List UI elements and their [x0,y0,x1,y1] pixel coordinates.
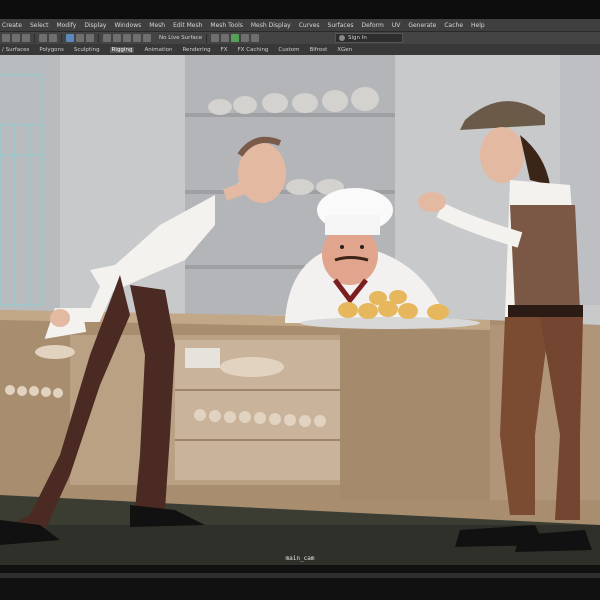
shelf-tab-rigging[interactable]: Rigging [109,46,135,53]
status-line-toolbar: No Live Surface [0,32,600,44]
ipr-render-icon[interactable] [221,34,230,42]
shelf-tab-animation[interactable]: Animation [144,47,172,53]
shelf-tab-polygons[interactable]: Polygons [39,47,63,53]
menu-item-windows[interactable]: Windows [114,22,141,29]
open-scene-icon[interactable] [12,34,20,42]
shelf-tab-fx[interactable]: FX [221,47,228,53]
render-view-icon[interactable] [251,34,260,42]
time-slider[interactable] [0,573,600,578]
redo-icon[interactable] [49,34,57,42]
main-menu-bar: Create Select Modify Display Windows Mes… [0,19,600,32]
toolbar-divider [206,33,208,43]
shelf-tab-rendering[interactable]: Rendering [182,47,210,53]
live-surface-label: No Live Surface [159,35,203,41]
select-by-object-icon[interactable] [76,34,84,42]
left-wall [0,55,60,315]
hypershade-icon[interactable] [241,34,250,42]
render-settings-icon[interactable] [231,34,240,42]
maya-window: Create Select Modify Display Windows Mes… [0,0,600,600]
menu-item-display[interactable]: Display [84,22,106,29]
menu-item-mesh-display[interactable]: Mesh Display [251,22,291,29]
snap-grid-icon[interactable] [103,34,111,42]
shelf-tab-bifrost[interactable]: Bifrost [310,47,328,53]
snap-curve-icon[interactable] [113,34,121,42]
menu-item-curves[interactable]: Curves [299,22,320,29]
menu-item-deform[interactable]: Deform [362,22,384,29]
render-icon[interactable] [211,34,220,42]
make-live-icon[interactable] [143,34,151,42]
shelf-tab-xgen[interactable]: XGen [337,47,352,53]
viewport-panel[interactable] [0,55,600,565]
menu-item-select[interactable]: Select [30,22,49,29]
save-scene-icon[interactable] [22,34,30,42]
viewport-scene [0,55,600,565]
shelf-tab-fx-caching[interactable]: FX Caching [238,47,269,53]
menu-item-mesh-tools[interactable]: Mesh Tools [210,22,242,29]
menu-item-edit-mesh[interactable]: Edit Mesh [173,22,202,29]
shelf-tab-bar: / Surfaces Polygons Sculpting Rigging An… [0,44,600,55]
toolbar-divider [61,33,62,43]
new-scene-icon[interactable] [2,34,10,42]
menu-item-help[interactable]: Help [471,22,485,29]
toolbar-divider [98,33,99,43]
menu-item-modify[interactable]: Modify [56,22,76,29]
select-by-component-icon[interactable] [86,34,94,42]
monitor-bezel [0,565,600,600]
camera-name-label: main_cam [285,555,315,562]
menu-item-cache[interactable]: Cache [444,22,463,29]
shelf-tab-custom[interactable]: Custom [278,47,299,53]
undo-icon[interactable] [39,34,47,42]
menu-item-surfaces[interactable]: Surfaces [328,22,354,29]
menu-item-create[interactable]: Create [2,22,22,29]
user-icon [339,35,345,41]
select-by-hierarchy-icon[interactable] [66,34,74,42]
sign-in-dropdown[interactable]: Sign In [335,33,403,43]
menu-item-mesh[interactable]: Mesh [149,22,165,29]
shelf-tab-sculpting[interactable]: Sculpting [74,47,100,53]
shelf-tab-surfaces[interactable]: / Surfaces [2,47,29,53]
sign-in-label: Sign In [348,35,367,41]
toolbar-divider [34,33,35,43]
menu-item-uv[interactable]: UV [392,22,401,29]
snap-view-plane-icon[interactable] [133,34,141,42]
menu-item-generate[interactable]: Generate [408,22,436,29]
snap-point-icon[interactable] [123,34,131,42]
